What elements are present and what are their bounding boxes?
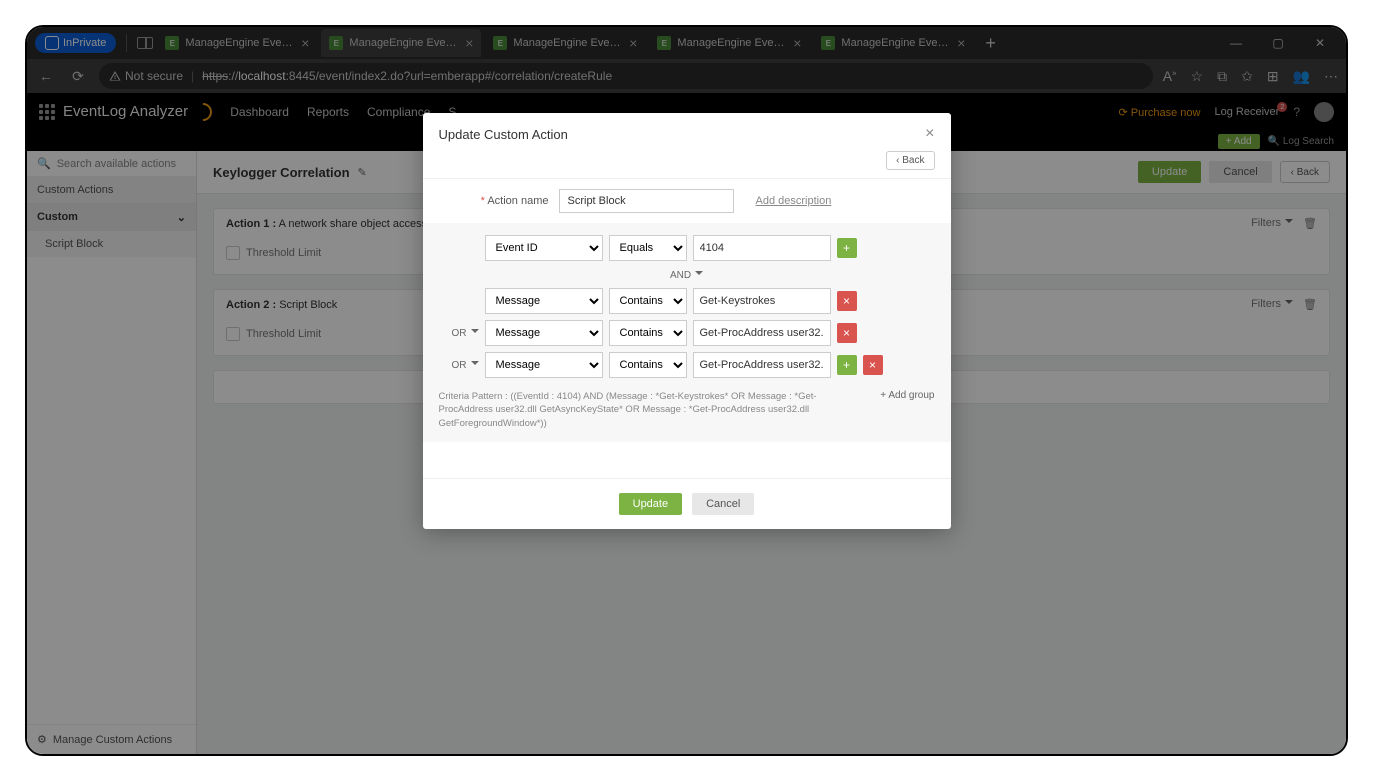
modal-update-button[interactable]: Update xyxy=(619,493,682,515)
add-row-icon[interactable]: + xyxy=(837,355,857,375)
value-input[interactable] xyxy=(693,320,831,346)
operator-select[interactable]: Contains xyxy=(609,320,687,346)
operator-select[interactable]: Equals xyxy=(609,235,687,261)
remove-row-icon[interactable]: × xyxy=(837,323,857,343)
modal-cancel-button[interactable]: Cancel xyxy=(692,493,754,515)
update-custom-action-modal: Update Custom Action × ‹ Back * Action n… xyxy=(423,113,951,529)
value-input[interactable] xyxy=(693,352,831,378)
add-group-button[interactable]: + Add group xyxy=(880,390,934,401)
or-operator[interactable]: OR xyxy=(439,328,479,339)
action-name-input[interactable] xyxy=(559,189,734,213)
field-select[interactable]: Event ID xyxy=(485,235,603,261)
add-row-icon[interactable]: + xyxy=(837,238,857,258)
field-select[interactable]: Message xyxy=(485,288,603,314)
criteria-block: Event ID Equals + AND Message Contains ×… xyxy=(423,223,951,442)
remove-row-icon[interactable]: × xyxy=(863,355,883,375)
criteria-pattern: Criteria Pattern : ((EventId : 4104) AND… xyxy=(439,390,869,430)
field-select[interactable]: Message xyxy=(485,352,603,378)
modal-title: Update Custom Action xyxy=(439,127,568,142)
modal-back-button[interactable]: ‹ Back xyxy=(886,151,934,170)
field-select[interactable]: Message xyxy=(485,320,603,346)
operator-select[interactable]: Contains xyxy=(609,352,687,378)
or-operator[interactable]: OR xyxy=(439,360,479,371)
close-icon[interactable]: × xyxy=(925,125,934,143)
value-input[interactable] xyxy=(693,288,831,314)
remove-row-icon[interactable]: × xyxy=(837,291,857,311)
operator-select[interactable]: Contains xyxy=(609,288,687,314)
value-input[interactable] xyxy=(693,235,831,261)
and-operator[interactable]: AND xyxy=(670,270,703,281)
add-description-link[interactable]: Add description xyxy=(756,195,832,207)
